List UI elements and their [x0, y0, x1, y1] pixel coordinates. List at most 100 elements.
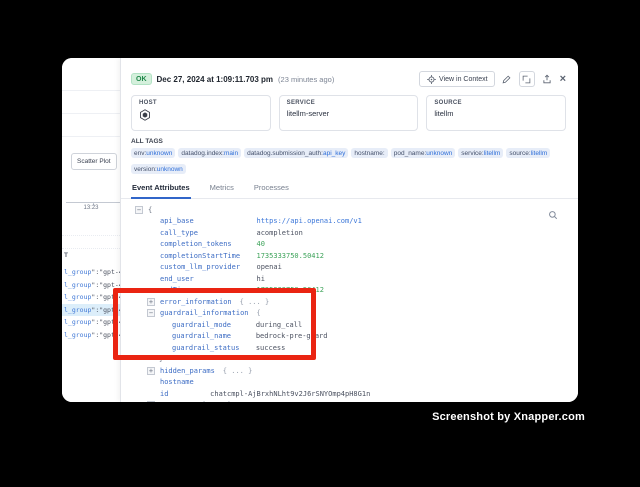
service-box[interactable]: SERVICE litellm-server [279, 95, 419, 131]
tag-value: api_key [323, 150, 345, 157]
attribute-row[interactable]: call_type acompletion [121, 227, 578, 239]
event-timestamp: Dec 27, 2024 at 1:09:11.703 pm [157, 75, 274, 84]
divider [62, 113, 120, 114]
attribute-row[interactable]: completion_tokens 40 [121, 239, 578, 251]
attribute-key: call_type [160, 229, 249, 237]
attribute-key: api_base [160, 217, 249, 225]
close-icon[interactable]: × [560, 73, 566, 85]
tag-value: litellm [484, 150, 501, 157]
attribute-key: custom_llm_provider [160, 263, 249, 271]
log-row-key: l_group [64, 318, 91, 326]
attribute-row[interactable]: + hidden_params { ... } [121, 365, 578, 377]
attribute-row[interactable]: −{ [121, 204, 578, 216]
log-row-key: l_group [64, 306, 91, 314]
attribute-value: 1735333750.50412 [257, 252, 324, 260]
tag-pill[interactable]: service:litellm [458, 148, 503, 158]
tag-key: datadog.submission_auth: [247, 150, 323, 157]
attribute-value: chatcmpl-AjBrxhNLht9v2J6rSNYOmp4pH8G1n [210, 390, 370, 398]
axis-tick-label: 13:23 [62, 205, 120, 211]
attribute-value: hi [257, 275, 265, 283]
attribute-row[interactable]: id chatcmpl-AjBrxhNLht9v2J6rSNYOmp4pH8G1n [121, 388, 578, 400]
log-list-row[interactable]: l_group":"gpt-4o [62, 266, 120, 279]
source-box[interactable]: SOURCE litellm [426, 95, 566, 131]
attribute-value: 40 [257, 240, 265, 248]
tags-list: env:unknowndatadog.index:maindatadog.sub… [131, 148, 566, 174]
all-tags-section: ALL TAGS env:unknowndatadog.index:mainda… [121, 131, 578, 174]
tag-key: datadog.index: [181, 150, 224, 157]
background-page: Scatter Plot 13:23 T l_group":"gpt-4ol_g… [62, 58, 120, 402]
status-badge: OK [131, 73, 152, 85]
chart-x-axis [66, 202, 120, 203]
view-in-context-label: View in Context [439, 76, 488, 83]
tag-pill[interactable]: source:litellm [506, 148, 550, 158]
tag-value: unknown [157, 166, 183, 173]
attribute-row[interactable]: end_user hi [121, 273, 578, 285]
tag-key: service: [461, 150, 483, 157]
gridline [62, 248, 120, 249]
tab-metrics[interactable]: Metrics [209, 183, 235, 198]
attribute-row[interactable]: api_base https://api.openai.com/v1 [121, 216, 578, 228]
source-value: litellm [434, 109, 558, 118]
related-logs-icon[interactable] [519, 71, 535, 87]
attribute-key: hidden_params [160, 367, 215, 375]
log-list-row[interactable]: l_group":"gpt-4o [62, 304, 120, 317]
relative-time: (23 minutes ago) [278, 75, 334, 84]
tag-pill[interactable]: datadog.index:main [178, 148, 241, 158]
attribute-key: id [160, 390, 202, 398]
attribute-row[interactable]: hostname [121, 377, 578, 389]
tab-event-attributes[interactable]: Event Attributes [131, 183, 191, 199]
log-row-key: l_group [64, 293, 91, 301]
tag-value: unknown [426, 150, 452, 157]
source-label: SOURCE [434, 100, 558, 106]
divider [62, 136, 120, 137]
tag-pill[interactable]: hostname: [351, 148, 387, 158]
host-hexagon-icon [139, 109, 263, 123]
service-value: litellm-server [287, 109, 411, 118]
log-list-row[interactable]: l_group":"gpt-4o [62, 316, 120, 329]
attribute-key: hostname [160, 378, 202, 386]
attribute-key: messages [160, 401, 194, 402]
host-box[interactable]: HOST [131, 95, 271, 131]
tag-key: source: [509, 150, 530, 157]
scatter-plot-button[interactable]: Scatter Plot [71, 153, 117, 170]
export-icon[interactable] [540, 72, 554, 86]
gridline [62, 235, 120, 236]
log-list-row[interactable]: l_group":"gpt-4o [62, 279, 120, 292]
json-punctuation: { [148, 206, 152, 214]
attribute-value: acompletion [257, 229, 303, 237]
screenshot-canvas: Scatter Plot 13:23 T l_group":"gpt-4ol_g… [0, 0, 640, 487]
log-list-row[interactable]: l_group":"gpt-4o [62, 291, 120, 304]
attribute-value: https://api.openai.com/v1 [257, 217, 362, 225]
log-list: l_group":"gpt-4ol_group":"gpt-4ol_group"… [62, 266, 120, 341]
tag-pill[interactable]: pod_name:unknown [391, 148, 456, 158]
service-label: SERVICE [287, 100, 411, 106]
host-label: HOST [139, 100, 263, 106]
log-list-row[interactable]: l_group":"gpt-4o [62, 329, 120, 342]
collapse-icon[interactable]: − [135, 206, 143, 214]
log-list-column-header: T [64, 252, 68, 259]
crosshair-icon [426, 74, 436, 84]
search-icon[interactable] [548, 207, 558, 225]
attribute-key: end_user [160, 275, 249, 283]
expand-icon[interactable]: + [147, 367, 155, 375]
attribute-key: completion_tokens [160, 240, 249, 248]
log-row-key: l_group [64, 268, 91, 276]
tag-pill[interactable]: version:unknown [131, 164, 186, 174]
all-tags-label: ALL TAGS [131, 138, 566, 145]
tag-value: main [224, 150, 238, 157]
info-boxes: HOST SERVICE litellm-server SOURCE litel… [121, 95, 578, 131]
tag-pill[interactable]: env:unknown [131, 148, 175, 158]
event-header: OK Dec 27, 2024 at 1:09:11.703 pm (23 mi… [121, 58, 578, 95]
collapsed-content: { ... } [223, 367, 253, 375]
attribute-row[interactable]: custom_llm_provider openai [121, 262, 578, 274]
tag-value: unknown [146, 150, 172, 157]
attribute-value: openai [257, 263, 282, 271]
tab-processes[interactable]: Processes [253, 183, 290, 198]
attribute-row[interactable]: completionStartTime1735333750.50412 [121, 250, 578, 262]
attribute-row[interactable]: +messages[ ... ] [121, 400, 578, 403]
tag-key: env: [134, 150, 146, 157]
view-in-context-button[interactable]: View in Context [419, 71, 495, 87]
tag-pill[interactable]: datadog.submission_auth:api_key [244, 148, 348, 158]
expand-icon[interactable]: + [147, 401, 155, 402]
edit-pencil-icon[interactable] [500, 72, 514, 86]
